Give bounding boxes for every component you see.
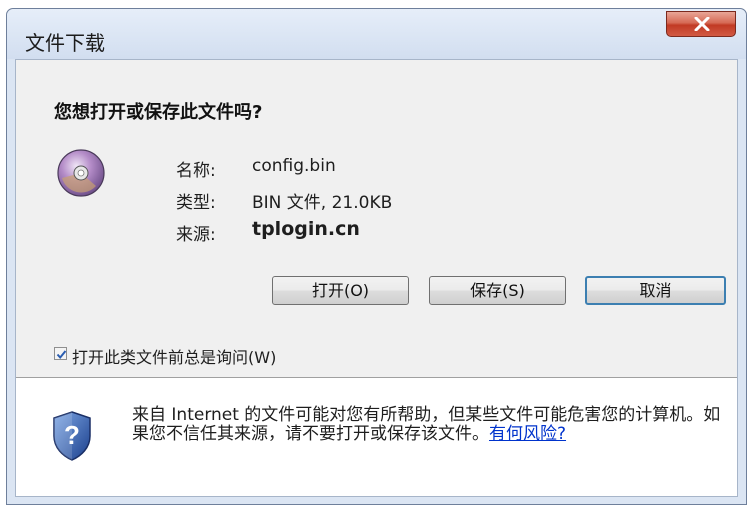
save-button[interactable]: 保存(S) [429,276,566,305]
cd-disc-icon [57,149,105,197]
warning-section: ? 来自 Internet 的文件可能对您有所帮助，但某些文件可能危害您的计算机… [16,378,737,496]
dialog-question: 您想打开或保存此文件吗? [54,102,263,123]
source-label: 来源: [176,225,216,245]
close-icon [694,17,710,31]
always-ask-checkbox[interactable] [54,347,67,360]
file-download-dialog: 文件下载 您想打开或保存此文件吗? 名称: config.bin 类型: BIN… [6,8,747,505]
name-label: 名称: [176,161,216,181]
cancel-button[interactable]: 取消 [585,276,726,305]
warning-message: 来自 Internet 的文件可能对您有所帮助，但某些文件可能危害您的计算机。如… [132,406,722,444]
warning-text: 来自 Internet 的文件可能对您有所帮助，但某些文件可能危害您的计算机。如… [132,405,721,444]
shield-question-icon: ? [53,411,91,461]
title-bar[interactable]: 文件下载 [7,9,746,59]
dialog-content: 您想打开或保存此文件吗? 名称: config.bin 类型: BIN 文件, … [15,59,738,497]
checkmark-icon [56,350,67,360]
risk-link[interactable]: 有何风险? [489,424,566,444]
type-label: 类型: [176,193,216,213]
always-ask-label[interactable]: 打开此类文件前总是询问(W) [72,344,276,368]
source-value: tplogin.cn [252,218,360,240]
svg-text:?: ? [64,420,80,450]
window-title: 文件下载 [25,31,105,55]
name-value: config.bin [252,156,336,176]
close-button[interactable] [666,11,736,37]
type-value: BIN 文件, 21.0KB [252,193,393,213]
open-button[interactable]: 打开(O) [272,276,409,305]
